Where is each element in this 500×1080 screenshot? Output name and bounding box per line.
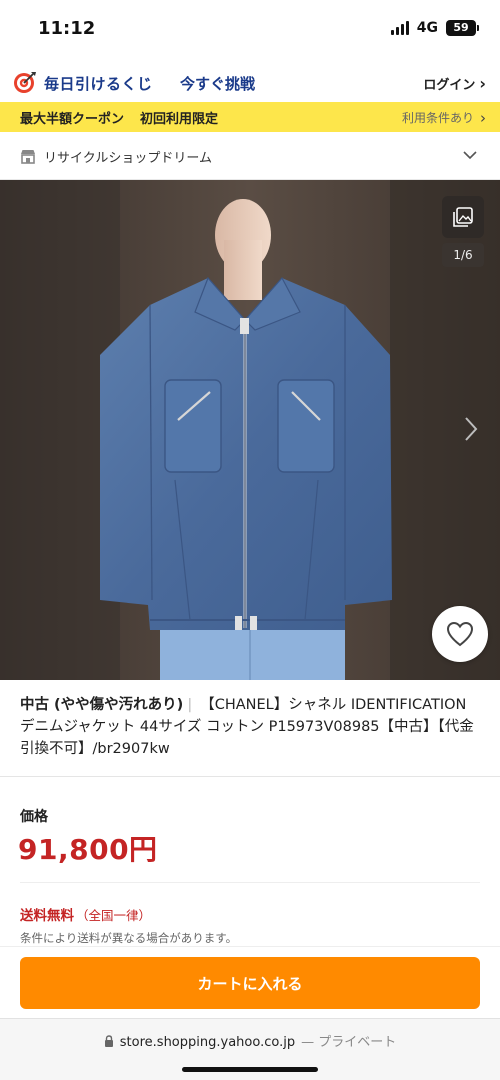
product-image[interactable]: 1/6: [0, 180, 500, 680]
gallery-icon: [453, 207, 473, 227]
image-counter: 1/6: [442, 243, 484, 267]
heart-icon: [446, 621, 474, 647]
shipping-free: 送料無料 （全国一律）: [20, 904, 151, 924]
status-bar: 11:12 4G 59: [0, 0, 500, 62]
title-separator: |: [187, 697, 193, 713]
coupon-subtitle: 初回利用限定: [140, 112, 219, 127]
shipping-free-label: 送料無料: [20, 908, 74, 924]
section-divider: [0, 776, 500, 777]
product-title: 中古 (やや傷や汚れあり) | 【CHANEL】シャネル IDENTIFICATIO…: [20, 694, 482, 760]
battery-icon: 59: [446, 20, 479, 36]
price-divider: [20, 882, 480, 883]
store-selector[interactable]: リサイクルショップドリーム: [0, 132, 500, 180]
store-name: リサイクルショップドリーム: [44, 151, 212, 166]
home-indicator[interactable]: [182, 1067, 318, 1072]
private-label: — プライベート: [301, 1035, 397, 1050]
chevron-right-icon: ›: [480, 108, 486, 127]
status-indicators: 4G 59: [390, 20, 479, 36]
coupon-banner[interactable]: 最大半額クーポン 初回利用限定 利用条件あり ›: [0, 102, 500, 132]
price-label: 価格: [20, 809, 48, 825]
url-text: store.shopping.yahoo.co.jp: [119, 1035, 296, 1050]
add-to-cart-button[interactable]: カートに入れる: [20, 957, 480, 1009]
gallery-button[interactable]: [442, 196, 484, 238]
price-value: 91,800円: [18, 833, 158, 866]
coupon-title: 最大半額クーポン: [20, 112, 125, 127]
product-photo: [0, 180, 500, 680]
url-row[interactable]: store.shopping.yahoo.co.jp — プライベート: [0, 1031, 500, 1050]
favorite-button[interactable]: [432, 606, 488, 662]
lock-icon: [104, 1035, 113, 1047]
coupon-terms-label: 利用条件あり: [401, 111, 474, 125]
lottery-banner[interactable]: 毎日引けるくじ 今すぐ挑戦 ログイン ›: [0, 62, 500, 102]
coupon-terms-link[interactable]: 利用条件あり ›: [402, 109, 486, 126]
browser-address-bar[interactable]: store.shopping.yahoo.co.jp — プライベート: [0, 1018, 500, 1080]
store-icon: [21, 150, 35, 164]
target-icon: [14, 72, 36, 93]
lottery-title: 毎日引けるくじ: [44, 75, 153, 93]
chevron-right-icon[interactable]: [464, 416, 478, 442]
network-type: 4G: [416, 20, 438, 36]
signal-icon: [390, 21, 409, 35]
lottery-cta-link[interactable]: 今すぐ挑戦: [180, 73, 255, 94]
shipping-free-note: （全国一律）: [76, 908, 152, 923]
login-link[interactable]: ログイン ›: [423, 74, 486, 94]
login-label: ログイン: [423, 78, 476, 93]
status-time: 11:12: [38, 18, 96, 39]
chevron-right-icon: ›: [479, 74, 486, 93]
chevron-down-icon: [463, 151, 477, 160]
cart-bar: カートに入れる: [0, 946, 500, 1018]
shipping-note: 条件により送料が異なる場合があります。: [20, 931, 238, 945]
coupon-text: 最大半額クーポン 初回利用限定: [20, 108, 218, 127]
condition-label: 中古 (やや傷や汚れあり): [20, 697, 184, 713]
